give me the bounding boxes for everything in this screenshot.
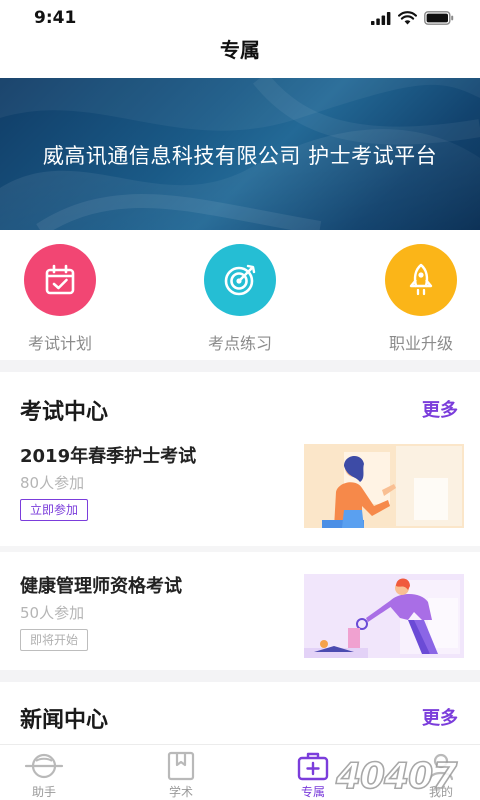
quick-action-label: 考点练习 [207,334,272,353]
exam-center-more-link[interactable]: 更多 [422,396,458,422]
card-divider [0,546,480,552]
exam-center-header: 考试中心 更多 [0,372,480,442]
battery-icon [424,11,454,25]
status-icons [371,11,454,25]
career-button[interactable] [385,244,457,316]
quick-action-career[interactable]: 职业升级 [351,244,480,354]
quick-actions: 考试计划 考点练习 职业升级 [0,230,480,360]
exam-illustration [304,444,464,528]
tab-mine[interactable]: 我的 [381,751,480,800]
exam-plan-button[interactable] [24,244,96,316]
banner[interactable]: 威高讯通信息科技有限公司 护士考试平台 [0,78,480,230]
medical-kit-icon [297,752,329,781]
tab-label: 助手 [31,785,56,799]
tab-exclusive[interactable]: 专属 [253,751,373,800]
assistant-icon [24,753,64,779]
section-title: 新闻中心 [20,708,109,733]
tab-label: 我的 [428,785,453,799]
signal-icon [371,11,391,25]
exam-participants: 80人参加 [20,474,85,492]
tab-bar: 助手 学术 专属 我的 [0,744,480,800]
nav-header: 专属 [0,36,480,78]
exam-card[interactable]: 2019年春季护士考试 80人参加 立即参加 [0,436,480,548]
practice-button[interactable] [204,244,276,316]
status-time: 9:41 [34,8,77,28]
join-exam-button[interactable]: 立即参加 [20,499,89,521]
wifi-icon [398,11,417,25]
exam-center-section: 考试中心 更多 2019年春季护士考试 80人参加 立即参加 健康管理师资格考试… [0,372,480,670]
news-center-more-link[interactable]: 更多 [422,704,458,730]
tab-label: 学术 [168,785,193,799]
section-title: 考试中心 [20,400,109,425]
tab-assistant[interactable]: 助手 [0,751,104,800]
banner-text: 威高讯通信息科技有限公司 护士考试平台 [42,144,438,168]
exam-title: 健康管理师资格考试 [20,576,182,597]
tab-label: 专属 [300,785,325,799]
quick-action-label: 考试计划 [27,334,92,353]
page-title: 专属 [220,38,260,62]
exam-title: 2019年春季护士考试 [20,446,197,467]
rocket-icon [409,263,433,296]
profile-icon [428,753,454,781]
status-bar: 9:41 [0,0,480,36]
calendar-check-icon [45,264,75,295]
exam-card[interactable]: 健康管理师资格考试 50人参加 即将开始 [0,566,480,678]
quick-action-label: 职业升级 [388,334,453,353]
news-center-section: 新闻中心 更多 [0,682,480,744]
exam-participants: 50人参加 [20,604,85,622]
quick-action-exam-plan[interactable]: 考试计划 [0,244,130,354]
tab-academic[interactable]: 学术 [121,751,241,800]
target-icon [224,264,256,296]
quick-action-practice[interactable]: 考点练习 [170,244,310,354]
exam-illustration [304,574,464,658]
bookmark-book-icon [167,751,195,781]
upcoming-exam-button[interactable]: 即将开始 [20,629,89,651]
